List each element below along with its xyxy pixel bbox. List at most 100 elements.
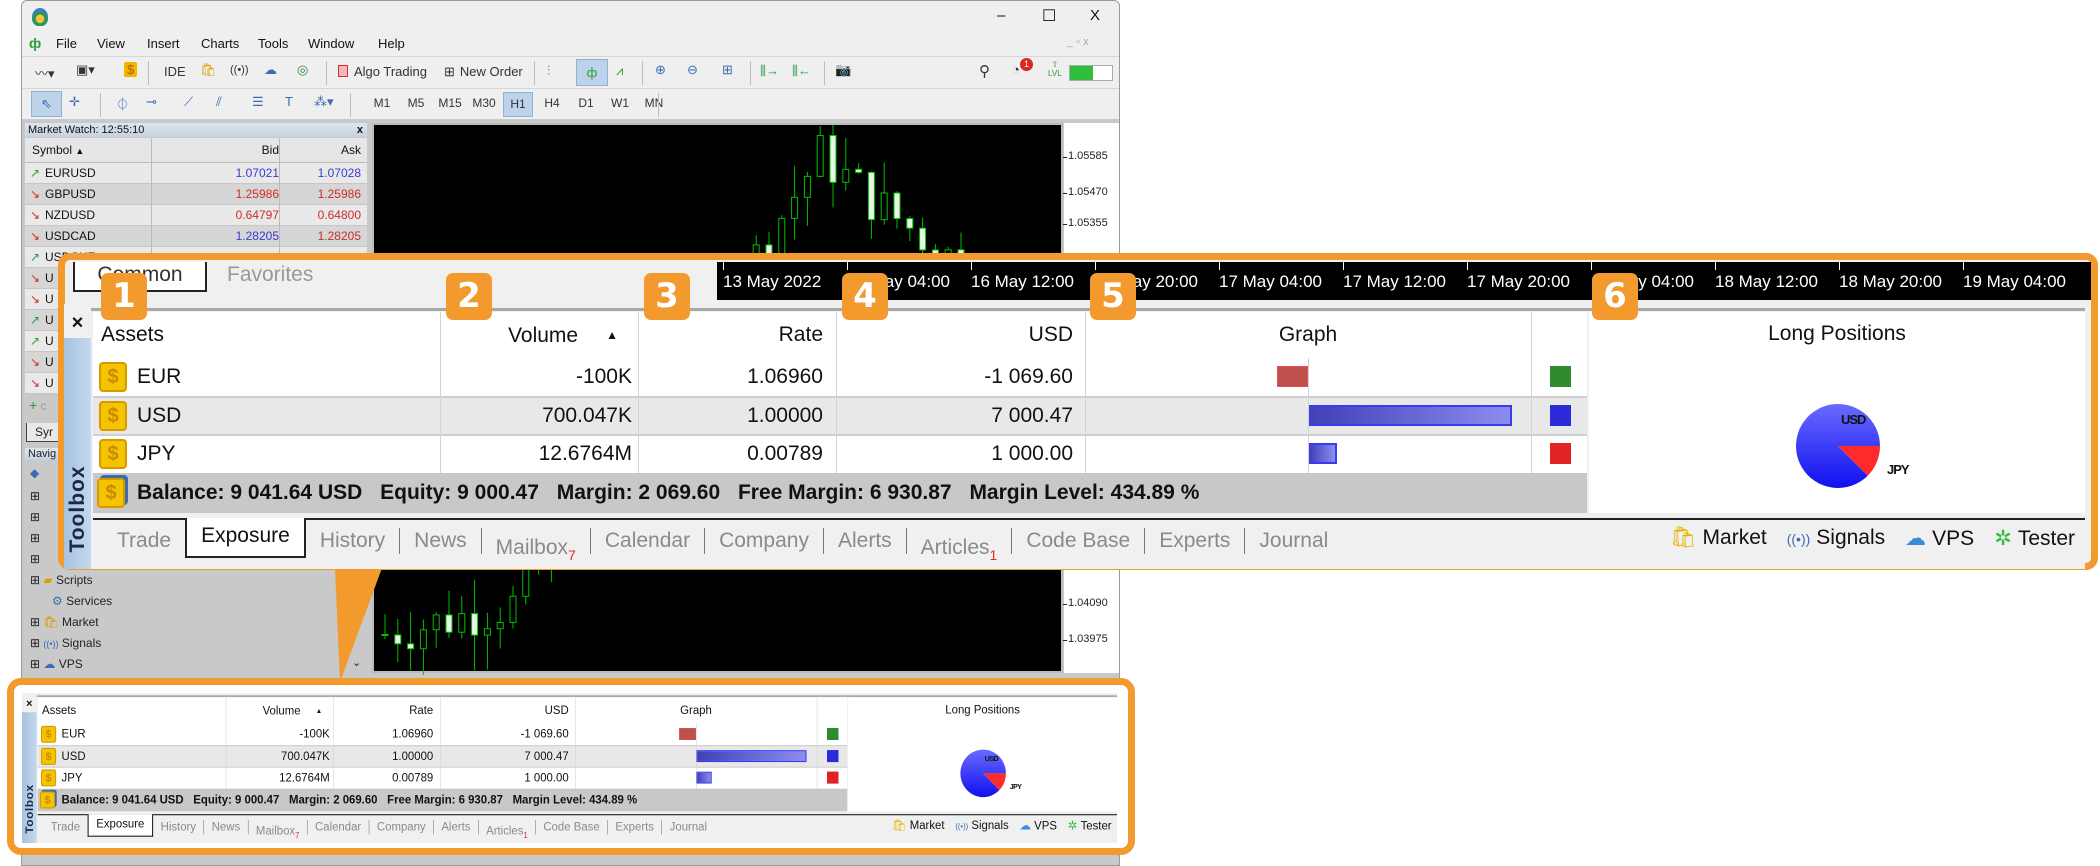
scroll-down-arrow[interactable]: ⌄: [352, 656, 361, 669]
timeframe-m1[interactable]: M1: [367, 92, 397, 117]
tab-articles[interactable]: Articles1: [478, 819, 535, 840]
maximize-button[interactable]: ☐: [1042, 6, 1056, 26]
table-row[interactable]: $ EUR -100K 1.06960 -1 069.60: [93, 358, 1587, 396]
close-toolbox-icon[interactable]: ×: [22, 695, 37, 713]
close-button[interactable]: X: [1090, 7, 1100, 24]
link-market[interactable]: 🛍 Market: [1670, 526, 1767, 551]
zoom-out-icon[interactable]: ⊖: [687, 62, 698, 78]
link-tester[interactable]: ✲ Tester: [1068, 819, 1112, 833]
timeframe-mn[interactable]: MN: [639, 92, 669, 117]
tab-experts[interactable]: Experts: [607, 819, 661, 835]
screenshot-icon[interactable]: 📷: [835, 62, 851, 78]
column-assets[interactable]: Assets: [42, 698, 76, 724]
link-signals[interactable]: ((•)) Signals: [955, 819, 1008, 833]
timeframe-m5[interactable]: M5: [401, 92, 431, 117]
vps-cloud-icon[interactable]: ☁: [264, 62, 277, 78]
add-symbol-link[interactable]: + c: [29, 397, 47, 413]
child-window-controls[interactable]: _ ▫ x: [1067, 36, 1089, 48]
tab-exposure[interactable]: Exposure: [185, 518, 306, 558]
tab-journal[interactable]: Journal: [1244, 528, 1342, 554]
column-ask[interactable]: Ask: [341, 143, 361, 157]
column-graph[interactable]: Graph: [1085, 312, 1531, 358]
tile-windows-icon[interactable]: ⊞: [722, 62, 733, 78]
navigator-item-scripts[interactable]: ⊞ ▰ Scripts: [30, 573, 93, 587]
timeframe-h4[interactable]: H4: [537, 92, 567, 117]
timeframe-h1[interactable]: H1: [503, 92, 533, 117]
tab-symbols[interactable]: Syr: [26, 423, 62, 442]
shapes-icon[interactable]: ⁂▾: [314, 94, 334, 110]
column-symbol[interactable]: Symbol ▲: [32, 143, 84, 157]
new-order-button[interactable]: ⊞ New Order: [444, 64, 523, 80]
channel-icon[interactable]: ⫽: [216, 94, 222, 110]
line-chart-icon[interactable]: ⩘: [616, 63, 623, 79]
market-bag-icon[interactable]: 🛍: [200, 62, 217, 78]
search-icon[interactable]: ⚲: [979, 62, 990, 80]
column-graph[interactable]: Graph: [575, 698, 817, 724]
close-market-watch-icon[interactable]: x: [357, 123, 363, 137]
candlestick-chart-icon[interactable]: ф: [576, 59, 608, 86]
timeframe-m15[interactable]: M15: [435, 92, 465, 117]
tab-trade[interactable]: Trade: [43, 820, 87, 835]
tab-exposure[interactable]: Exposure: [87, 814, 154, 837]
tab-journal[interactable]: Journal: [661, 819, 715, 835]
tab-history[interactable]: History: [306, 528, 399, 554]
link-vps[interactable]: ☁ VPS: [1020, 819, 1057, 833]
menu-tools[interactable]: Tools: [258, 36, 288, 51]
tab-news[interactable]: News: [399, 528, 481, 554]
tab-favorites[interactable]: Favorites: [227, 262, 313, 288]
timeframe-w1[interactable]: W1: [605, 92, 635, 117]
tab-calendar[interactable]: Calendar: [306, 819, 369, 835]
market-watch-row[interactable]: ↘ USDCAD 1.28205 1.28205: [25, 226, 367, 247]
navigator-item-market[interactable]: ⊞ 🛍 Market: [30, 615, 99, 629]
link-signals[interactable]: ((•)) Signals: [1787, 526, 1885, 551]
menu-insert[interactable]: Insert: [147, 36, 180, 51]
table-row[interactable]: $ EUR -100K 1.06960 -1 069.60: [38, 724, 847, 746]
tab-trade[interactable]: Trade: [103, 528, 185, 554]
tree-expand-icon[interactable]: ⊞: [30, 510, 40, 524]
market-watch-row[interactable]: ↗ EURUSD 1.07021 1.07028: [25, 163, 367, 184]
autoscroll-icon[interactable]: ⫼←: [792, 63, 811, 79]
fibonacci-icon[interactable]: ☰: [252, 94, 264, 110]
vertical-line-icon[interactable]: ⏀: [116, 94, 129, 113]
link-vps[interactable]: ☁ VPS: [1905, 526, 1974, 551]
navigator-root-icon[interactable]: ◆: [30, 466, 39, 480]
dollar-icon[interactable]: $: [124, 62, 138, 77]
navigator-item-vps[interactable]: ⊞ ☁ VPS: [30, 657, 83, 671]
tab-mailbox[interactable]: Mailbox7: [247, 819, 307, 840]
column-rate[interactable]: Rate: [333, 698, 440, 724]
tab-news[interactable]: News: [203, 819, 248, 835]
table-row[interactable]: $ JPY 12.6764M 0.00789 1 000.00: [93, 435, 1587, 473]
tab-company[interactable]: Company: [368, 819, 433, 835]
notifications-icon[interactable]: ◔ 1: [1012, 58, 1033, 77]
tab-history[interactable]: History: [153, 820, 204, 835]
link-tester[interactable]: ✲ Tester: [1994, 526, 2075, 551]
text-icon[interactable]: T: [285, 94, 293, 109]
chart-type-icon[interactable]: 〰▾: [35, 63, 55, 82]
tab-mailbox[interactable]: Mailbox7: [480, 528, 590, 563]
minimize-button[interactable]: –: [997, 7, 1005, 24]
signals-icon[interactable]: ((•)): [230, 64, 249, 76]
menu-charts[interactable]: Charts: [201, 36, 239, 51]
cursor-icon[interactable]: ⇖: [31, 91, 62, 117]
tab-articles[interactable]: Articles1: [905, 528, 1012, 563]
column-usd[interactable]: USD: [440, 698, 575, 724]
network-icon[interactable]: ◎: [297, 62, 308, 78]
crosshair-icon[interactable]: ✛: [69, 94, 80, 110]
link-market[interactable]: 🛍 Market: [892, 819, 944, 833]
chart-shift-icon[interactable]: ⫼→: [760, 63, 779, 79]
timeframe-m30[interactable]: M30: [469, 92, 499, 117]
menu-window[interactable]: Window: [308, 36, 354, 51]
tab-company[interactable]: Company: [704, 528, 823, 554]
table-row[interactable]: $ USD 700.047K 1.00000 7 000.47: [93, 397, 1587, 435]
column-volume[interactable]: Volume ▲: [226, 698, 333, 724]
bar-chart-icon[interactable]: ⫶: [547, 63, 550, 79]
tab-experts[interactable]: Experts: [1144, 528, 1244, 554]
templates-icon[interactable]: ▣▾: [76, 62, 95, 78]
horizontal-line-icon[interactable]: ⊸: [146, 94, 157, 110]
menu-view[interactable]: View: [97, 36, 125, 51]
column-bid[interactable]: Bid: [262, 143, 279, 157]
table-row[interactable]: $ JPY 12.6764M 0.00789 1 000.00: [38, 767, 847, 789]
tab-code-base[interactable]: Code Base: [535, 819, 607, 835]
close-toolbox-icon[interactable]: ×: [64, 308, 91, 338]
tab-calendar[interactable]: Calendar: [589, 528, 704, 554]
